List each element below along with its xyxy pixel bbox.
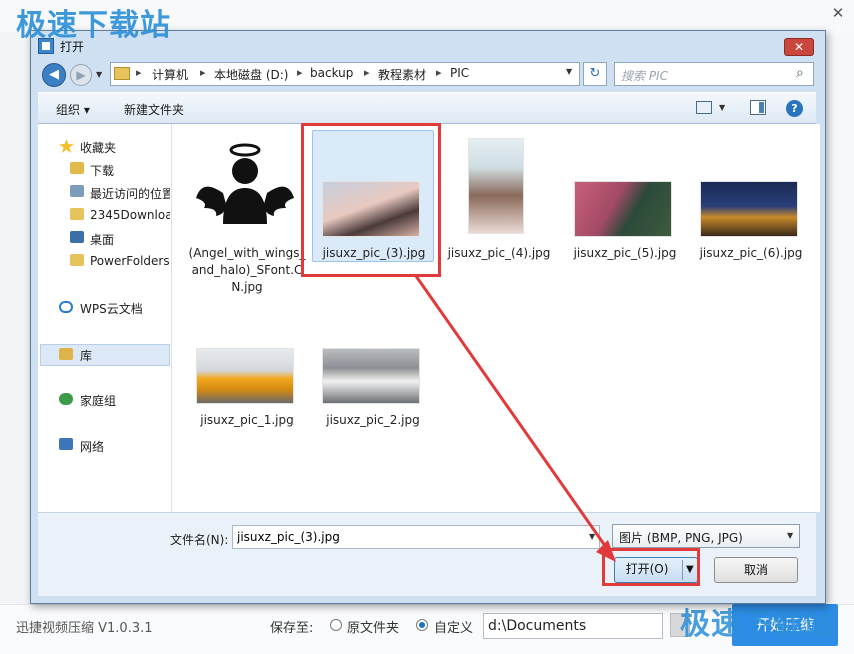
breadcrumb-drive[interactable]: 本地磁盘 (D:)	[214, 66, 288, 83]
help-icon[interactable]: ?	[786, 100, 803, 117]
folder-icon	[70, 254, 84, 266]
thumbnail-image	[196, 348, 294, 404]
app-version: 迅捷视频压缩 V1.0.3.1	[16, 621, 153, 636]
radio-original-label: 原文件夹	[347, 621, 400, 636]
file-name-line: (Angel_with_wings_	[188, 246, 306, 260]
download-folder-icon	[70, 162, 84, 174]
thumbnail-image	[574, 181, 672, 237]
file-name: jisuxz_pic_(4).jpg	[447, 246, 551, 260]
nav-downloads[interactable]: 下载	[90, 162, 114, 179]
thumbnail-image	[700, 181, 798, 237]
desktop-icon	[70, 231, 84, 243]
breadcrumb-computer[interactable]: 计算机	[152, 66, 188, 83]
radio-custom-label: 自定义	[434, 621, 474, 636]
filename-label: 文件名(N):	[170, 533, 229, 547]
watermark-bottom: 极速下载站	[680, 607, 835, 642]
forward-arrow-icon[interactable]: ▶	[70, 64, 92, 86]
file-name: jisuxz_pic_2.jpg	[326, 413, 420, 427]
preview-pane-icon[interactable]	[750, 100, 766, 115]
library-icon	[59, 348, 73, 360]
wps-cloud-icon	[59, 301, 73, 313]
crumb-separator[interactable]: ▸	[200, 66, 206, 79]
folder-icon	[114, 67, 130, 80]
highlight-open-button	[602, 548, 700, 586]
breadcrumb-pic[interactable]: PIC	[450, 66, 469, 80]
thumbnail-image	[468, 138, 524, 234]
nav-wps-cloud[interactable]: WPS云文档	[80, 300, 143, 317]
homegroup-icon	[59, 393, 73, 405]
nav-2345downloads[interactable]: 2345Downloads	[90, 208, 170, 222]
filename-dropdown-icon[interactable]: ▼	[589, 532, 595, 541]
dialog-close-button[interactable]: ✕	[784, 38, 814, 56]
back-arrow-icon[interactable]: ◀	[42, 63, 66, 87]
search-input[interactable]: 搜索 PIC	[614, 62, 814, 86]
filename-input[interactable]	[232, 525, 600, 549]
file-name: jisuxz_pic_(6).jpg	[699, 246, 803, 260]
nav-recent[interactable]: 最近访问的位置	[90, 185, 170, 202]
app-right-panel	[826, 32, 854, 606]
file-type-select[interactable]: 图片 (BMP, PNG, JPG)	[612, 524, 800, 548]
app-close-icon[interactable]: ✕	[826, 3, 850, 23]
file-name-line: N.jpg	[231, 280, 263, 294]
nav-favorites[interactable]: 收藏夹	[80, 139, 116, 156]
watermark-top: 极速下载站	[16, 8, 171, 43]
nav-network[interactable]: 网络	[80, 438, 104, 455]
history-dropdown-icon[interactable]: ▼	[96, 70, 102, 79]
nav-desktop[interactable]: 桌面	[90, 231, 114, 248]
refresh-icon[interactable]: ↻	[583, 62, 607, 86]
new-folder-button[interactable]: 新建文件夹	[124, 101, 184, 118]
breadcrumb-backup[interactable]: backup	[310, 66, 353, 80]
search-icon[interactable]: ⌕	[796, 66, 804, 80]
recent-places-icon	[70, 185, 84, 197]
radio-original-folder[interactable]	[330, 619, 342, 631]
network-icon	[59, 438, 73, 450]
crumb-separator[interactable]: ▸	[136, 66, 142, 79]
crumb-separator[interactable]: ▸	[297, 66, 303, 79]
save-path-input[interactable]	[483, 613, 663, 639]
folder-icon	[70, 208, 84, 220]
navigation-pane	[38, 124, 172, 512]
cancel-button[interactable]: 取消	[714, 557, 798, 583]
address-dropdown-icon[interactable]: ▼	[566, 67, 572, 76]
organize-menu[interactable]: 组织 ▾	[56, 101, 90, 118]
thumbnail-image	[322, 348, 420, 404]
app-left-panel	[0, 32, 32, 606]
file-name: jisuxz_pic_1.jpg	[200, 413, 294, 427]
file-type-dropdown-icon[interactable]: ▼	[787, 531, 793, 540]
crumb-separator[interactable]: ▸	[364, 66, 370, 79]
radio-custom-folder[interactable]	[416, 619, 428, 631]
nav-powerfolders[interactable]: PowerFolders	[90, 254, 170, 268]
nav-homegroup[interactable]: 家庭组	[80, 392, 116, 409]
save-to-label: 保存至:	[270, 621, 314, 636]
view-dropdown-icon[interactable]: ▼	[719, 103, 725, 112]
breadcrumb-tutorial[interactable]: 教程素材	[378, 66, 426, 83]
file-name-line: and_halo)_SFont.C	[191, 263, 303, 277]
nav-library[interactable]: 库	[80, 347, 92, 364]
crumb-separator[interactable]: ▸	[436, 66, 442, 79]
view-mode-icon[interactable]	[696, 101, 712, 114]
highlight-selected-file	[301, 123, 441, 277]
file-name: jisuxz_pic_(5).jpg	[573, 246, 677, 260]
angel-icon	[196, 143, 294, 224]
